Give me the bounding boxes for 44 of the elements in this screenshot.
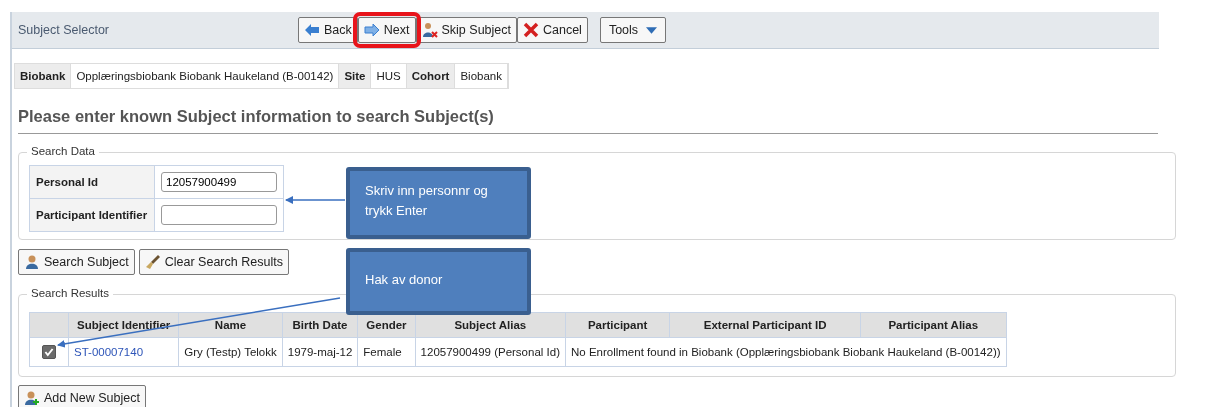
column-header: Participant Alias xyxy=(860,312,1007,338)
window-title: Subject Selector xyxy=(18,23,111,37)
close-icon xyxy=(523,22,539,38)
context-label: Cohort xyxy=(406,64,456,88)
pointer-arrow xyxy=(285,196,346,204)
callout-box: Skriv inn personnr og trykk Enter xyxy=(346,167,531,239)
callout-box: Hak av donor xyxy=(346,248,531,315)
left-arrow-icon xyxy=(304,22,320,38)
column-header: Subject Identifier xyxy=(68,312,179,338)
person-plus-icon xyxy=(24,390,40,406)
context-label: Biobank xyxy=(15,64,72,88)
context-value: HUS xyxy=(371,64,407,88)
caret-icon xyxy=(646,26,658,34)
toolbar-button[interactable]: Skip Subject xyxy=(415,17,517,43)
right-arrow-icon xyxy=(363,22,380,38)
table-cell: No Enrollment found in Biobank (Opplæringsbiobank Biobank Haukeland (B-00142)) xyxy=(565,337,1007,367)
context-label: Site xyxy=(339,64,372,88)
field-label: Participant Identifier xyxy=(29,198,155,232)
column-header: Birth Date xyxy=(282,312,358,338)
table-cell: 12057900499 (Personal Id) xyxy=(415,337,566,367)
subject-link[interactable]: ST-00007140 xyxy=(68,337,179,367)
action-button[interactable]: Search Subject xyxy=(18,249,135,275)
brush-icon xyxy=(144,254,161,270)
column-header: Name xyxy=(178,312,283,338)
table-cell: Gry (Testp) Telokk xyxy=(178,337,283,367)
table-cell: Female xyxy=(357,337,416,367)
input-field[interactable] xyxy=(161,205,277,225)
table-cell: 1979-maj-12 xyxy=(282,337,358,367)
tools-menu-button[interactable]: Tools xyxy=(599,17,667,43)
context-value: Biobank xyxy=(455,64,508,88)
person-icon xyxy=(24,254,40,270)
column-header: External Participant ID xyxy=(669,312,861,338)
action-button[interactable]: Clear Search Results xyxy=(138,249,289,275)
person-x-icon xyxy=(421,22,438,38)
panel-legend: Search Data xyxy=(27,145,99,157)
section-heading: Please enter known Subject information to search Subject(s) xyxy=(18,107,1158,134)
input-field[interactable]: 12057900499 xyxy=(161,172,277,192)
panel-legend: Search Results xyxy=(27,287,113,299)
toolbar-button[interactable]: Cancel xyxy=(517,17,588,43)
column-header: Participant xyxy=(565,312,670,338)
add-subject-button[interactable]: Add New Subject xyxy=(18,385,146,407)
toolbar-button[interactable]: Back xyxy=(298,17,358,43)
field-label: Personal Id xyxy=(29,165,155,199)
checkbox[interactable] xyxy=(42,345,56,359)
